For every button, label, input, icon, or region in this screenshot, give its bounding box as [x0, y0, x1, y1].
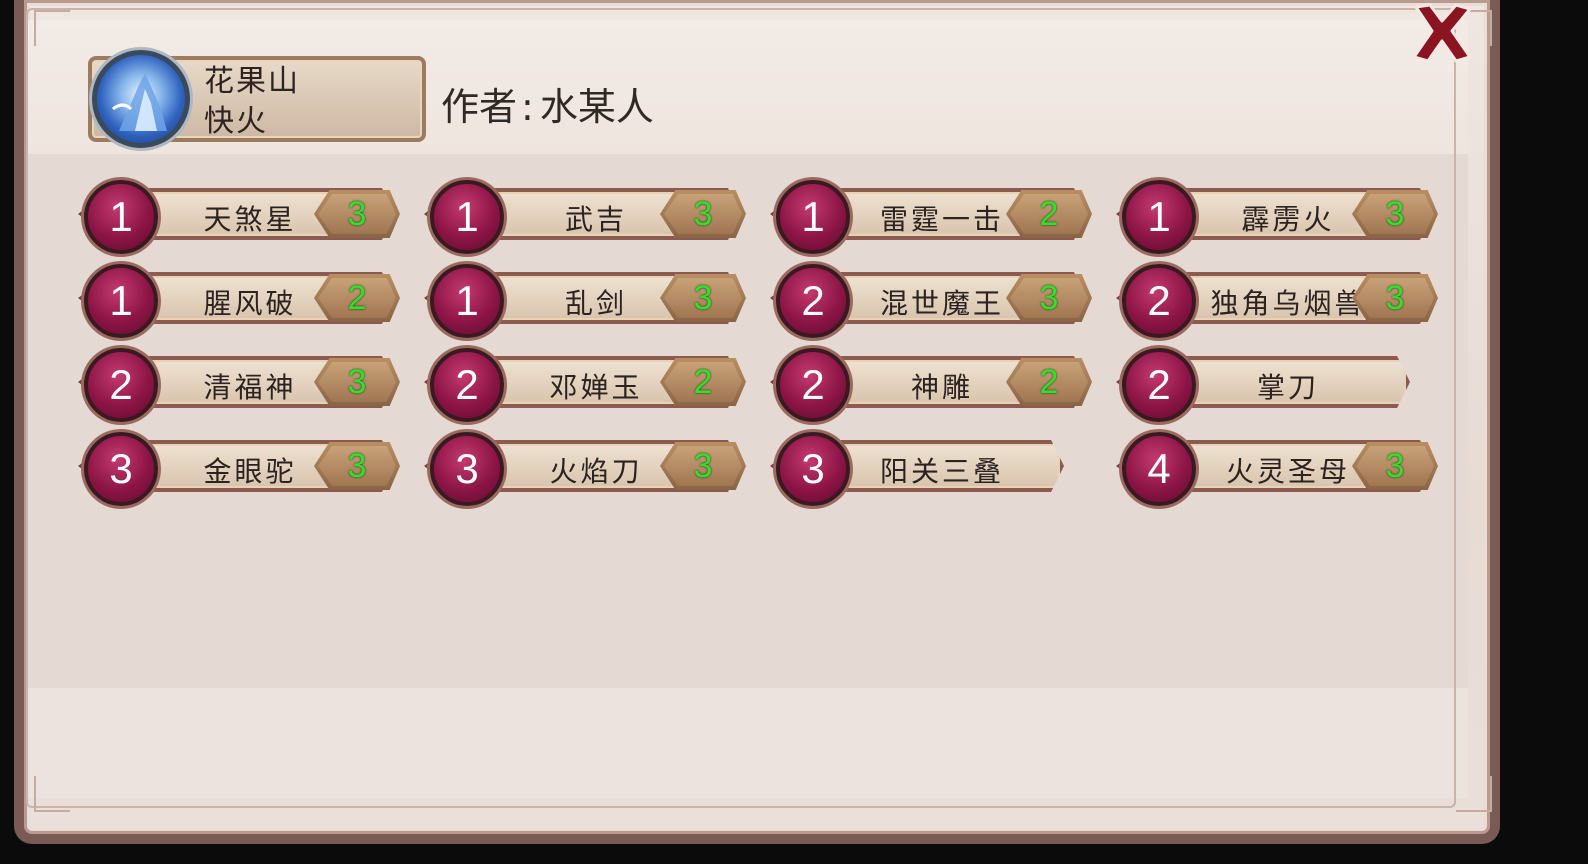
author-colon: : — [521, 85, 534, 129]
level-badge: 3 — [430, 432, 504, 506]
author-label: 作者: 水某人 — [441, 76, 654, 131]
skill-name: 混世魔王 — [879, 287, 1004, 320]
skill-item[interactable]: 1 天煞星 3 — [78, 180, 402, 254]
skill-name: 阳关三叠 — [879, 455, 1004, 488]
level-badge: 3 — [776, 432, 850, 506]
close-button[interactable] — [1406, 0, 1478, 66]
badge-title: 花果山 — [204, 64, 300, 99]
skill-item[interactable]: 2 清福神 3 — [78, 348, 402, 422]
skill-name: 霹雳火 — [1241, 203, 1335, 236]
skill-item[interactable]: 1 腥风破 2 — [78, 264, 402, 338]
level-badge: 1 — [776, 180, 850, 254]
skill-name: 乱剑 — [564, 287, 627, 320]
mountain-avatar-icon — [92, 50, 190, 148]
level-badge: 2 — [776, 348, 850, 422]
skill-name: 金眼驼 — [203, 455, 297, 488]
skill-item[interactable]: 3 金眼驼 3 — [78, 432, 402, 506]
skill-count-badge: 3 — [314, 190, 400, 238]
skill-name: 掌刀 — [1256, 371, 1319, 404]
skill-name: 武吉 — [564, 203, 627, 236]
skill-count-badge: 3 — [1006, 274, 1092, 322]
skill-name: 火焰刀 — [549, 455, 643, 488]
level-badge: 1 — [84, 180, 158, 254]
level-badge: 2 — [776, 264, 850, 338]
skill-item[interactable]: 3 火焰刀 3 — [424, 432, 748, 506]
level-badge: 2 — [1122, 264, 1196, 338]
level-badge: 1 — [430, 264, 504, 338]
level-badge: 3 — [84, 432, 158, 506]
author-label-text: 作者 — [441, 85, 518, 129]
skill-count-badge: 2 — [1006, 358, 1092, 406]
close-x-icon — [1412, 3, 1472, 63]
skill-name: 清福神 — [203, 371, 297, 404]
skill-name: 邓婵玉 — [549, 371, 643, 404]
level-badge: 1 — [430, 180, 504, 254]
level-badge: 4 — [1122, 432, 1196, 506]
skill-item[interactable]: 2 混世魔王 3 — [770, 264, 1094, 338]
skill-name: 腥风破 — [203, 287, 297, 320]
skill-name: 雷霆一击 — [879, 203, 1004, 236]
level-badge: 1 — [1122, 180, 1196, 254]
skill-item[interactable]: 2 邓婵玉 2 — [424, 348, 748, 422]
skill-item[interactable]: 2 独角乌烟兽 3 — [1116, 264, 1440, 338]
frame-corner-ornament — [34, 10, 70, 46]
level-badge: 1 — [84, 264, 158, 338]
level-badge: 2 — [84, 348, 158, 422]
skill-item[interactable]: 1 霹雳火 3 — [1116, 180, 1440, 254]
skill-name: 神雕 — [910, 371, 973, 404]
skill-item[interactable]: 1 乱剑 3 — [424, 264, 748, 338]
level-badge: 2 — [430, 348, 504, 422]
skill-name: 天煞星 — [203, 203, 297, 236]
skill-count-badge: 3 — [1352, 442, 1438, 490]
skill-item[interactable]: 1 武吉 3 — [424, 180, 748, 254]
badge-subtitle: 快火 — [204, 104, 268, 139]
skill-count-badge: 3 — [1352, 190, 1438, 238]
skill-name: 独角乌烟兽 — [1210, 287, 1366, 320]
skill-count-badge: 2 — [660, 358, 746, 406]
skill-count-badge: 2 — [1006, 190, 1092, 238]
skill-count-badge: 3 — [314, 358, 400, 406]
skill-count-badge: 3 — [660, 190, 746, 238]
skill-item[interactable]: 1 雷霆一击 2 — [770, 180, 1094, 254]
skill-count-badge: 3 — [660, 442, 746, 490]
skill-item[interactable]: 2 神雕 2 — [770, 348, 1094, 422]
skill-item[interactable]: 4 火灵圣母 3 — [1116, 432, 1440, 506]
skill-name: 火灵圣母 — [1225, 455, 1350, 488]
level-badge: 2 — [1122, 348, 1196, 422]
skill-count-badge: 3 — [660, 274, 746, 322]
skill-count-badge: 2 — [314, 274, 400, 322]
frame-corner-ornament — [34, 776, 70, 812]
skill-count-badge: 3 — [1352, 274, 1438, 322]
skill-item[interactable]: 2 掌刀 — [1116, 348, 1440, 422]
skill-item[interactable]: 3 阳关三叠 — [770, 432, 1094, 506]
author-name: 水某人 — [539, 85, 654, 129]
frame-corner-ornament — [1456, 776, 1492, 812]
skill-count-badge: 3 — [314, 442, 400, 490]
